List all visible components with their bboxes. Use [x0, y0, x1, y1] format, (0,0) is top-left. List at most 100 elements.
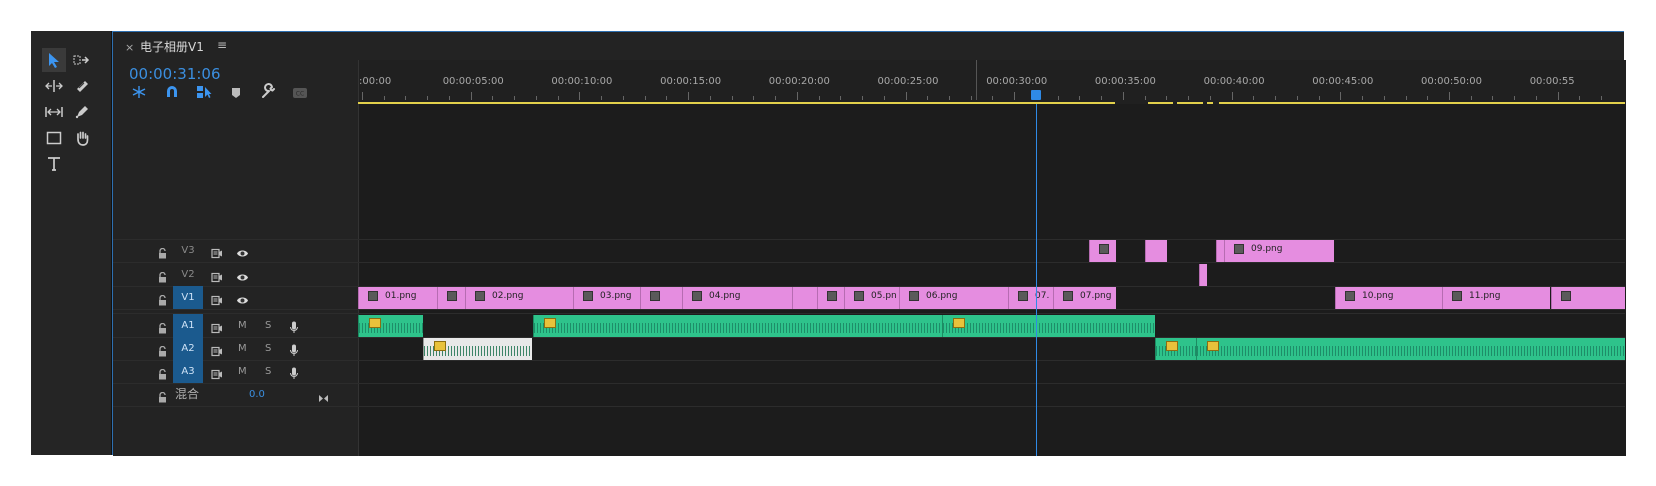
- mix-expand-icon[interactable]: [318, 388, 329, 407]
- track-target-a3[interactable]: A3: [173, 360, 203, 383]
- playhead-timecode[interactable]: 00:00:31:06: [129, 65, 221, 83]
- track-lock-icon[interactable]: [158, 268, 167, 287]
- video-clip[interactable]: [1551, 287, 1625, 309]
- toggle-output-eye-icon[interactable]: [236, 268, 249, 287]
- video-clip[interactable]: 07.: [1008, 287, 1053, 309]
- sync-lock-icon[interactable]: [211, 268, 223, 287]
- voiceover-mic-icon[interactable]: [289, 342, 299, 361]
- selection-tool-button[interactable]: [42, 48, 66, 72]
- solo-track-button[interactable]: S: [265, 337, 271, 360]
- track-target-v1[interactable]: V1: [173, 286, 203, 309]
- voiceover-mic-icon[interactable]: [289, 319, 299, 338]
- playhead-line[interactable]: [1036, 104, 1037, 456]
- video-clip[interactable]: [817, 287, 844, 309]
- ruler-tick: [1209, 96, 1211, 100]
- timeline-tab[interactable]: × 电子相册V1 ≡: [113, 32, 1624, 60]
- master-mix-track-header[interactable]: 混合 0.0: [113, 383, 358, 406]
- video-track-header-v2[interactable]: V2: [113, 263, 358, 286]
- video-clip[interactable]: [640, 287, 682, 309]
- track-lock-icon[interactable]: [158, 342, 167, 361]
- sync-lock-icon[interactable]: [211, 244, 223, 263]
- video-track-header-v3[interactable]: V3: [113, 239, 358, 262]
- video-clip[interactable]: [792, 287, 817, 309]
- work-area-bar[interactable]: [358, 102, 1115, 104]
- playhead-handle[interactable]: [1031, 90, 1041, 100]
- video-clip[interactable]: 05.pn: [844, 287, 899, 309]
- track-lock-icon[interactable]: [158, 291, 167, 310]
- video-clip[interactable]: 09.png: [1224, 240, 1334, 262]
- video-clip[interactable]: 06.png: [899, 287, 1008, 309]
- sync-lock-icon[interactable]: [211, 319, 223, 338]
- video-clip[interactable]: 01.png: [358, 287, 437, 309]
- track-target-a1[interactable]: A1: [173, 314, 203, 337]
- mute-track-button[interactable]: M: [238, 314, 247, 337]
- audio-track-header-a2[interactable]: A2 M S: [113, 337, 358, 360]
- track-target-v3[interactable]: V3: [173, 239, 203, 262]
- nest-toggle-button[interactable]: [130, 84, 148, 102]
- video-clip[interactable]: 04.png: [682, 287, 792, 309]
- type-tool-button[interactable]: [42, 152, 66, 176]
- linked-selection-button[interactable]: [195, 84, 213, 102]
- panel-menu-icon[interactable]: ≡: [217, 38, 227, 52]
- audio-clip[interactable]: [533, 315, 942, 337]
- sync-lock-icon[interactable]: [211, 342, 223, 361]
- work-area-bar[interactable]: [1177, 102, 1203, 104]
- hand-tool-button[interactable]: [70, 126, 94, 150]
- audio-clip[interactable]: [1196, 338, 1625, 360]
- rectangle-tool-button[interactable]: [42, 126, 66, 150]
- video-clip[interactable]: 07.png: [1053, 287, 1116, 309]
- solo-track-button[interactable]: S: [265, 360, 271, 383]
- video-clip[interactable]: 02.png: [465, 287, 573, 309]
- work-area-bar[interactable]: [1207, 102, 1213, 104]
- video-clip[interactable]: [1216, 240, 1224, 262]
- video-clip[interactable]: [1199, 264, 1207, 286]
- sync-lock-icon[interactable]: [211, 291, 223, 310]
- tracks-area[interactable]: [358, 104, 1626, 456]
- work-area-bar[interactable]: [1219, 102, 1625, 104]
- ripple-edit-tool-button[interactable]: [42, 74, 66, 98]
- audio-track-header-a1[interactable]: A1 M S: [113, 314, 358, 337]
- captions-button[interactable]: CC: [291, 84, 309, 102]
- razor-tool-button[interactable]: [70, 74, 94, 98]
- video-clip[interactable]: [1089, 240, 1116, 262]
- add-marker-button[interactable]: [227, 84, 245, 102]
- slip-tool-button[interactable]: [42, 100, 66, 124]
- ruler-tick: [1514, 96, 1516, 100]
- toggle-output-eye-icon[interactable]: [236, 291, 249, 310]
- work-area-bar[interactable]: [1148, 102, 1173, 104]
- close-tab-icon[interactable]: ×: [125, 41, 134, 54]
- track-select-tool-button[interactable]: [70, 48, 94, 72]
- video-track-header-v1[interactable]: V1: [113, 286, 358, 309]
- snap-button[interactable]: [163, 84, 181, 102]
- audio-clip[interactable]: [1155, 338, 1196, 360]
- track-lock-icon[interactable]: [158, 388, 167, 407]
- track-target-v2[interactable]: V2: [173, 263, 203, 286]
- audio-clip[interactable]: [942, 315, 1155, 337]
- audio-clip[interactable]: [423, 338, 532, 360]
- video-clip[interactable]: 10.png: [1335, 287, 1442, 309]
- video-clip[interactable]: 11.png: [1442, 287, 1550, 309]
- video-clip[interactable]: 03.png: [573, 287, 640, 309]
- sequence-title[interactable]: 电子相册V1: [140, 38, 204, 55]
- audio-track-header-a3[interactable]: A3 M S: [113, 360, 358, 383]
- track-lock-icon[interactable]: [158, 244, 167, 263]
- pen-tool-button[interactable]: [70, 100, 94, 124]
- audio-clip[interactable]: [358, 315, 423, 337]
- video-clip[interactable]: [437, 287, 465, 309]
- track-lock-icon[interactable]: [158, 319, 167, 338]
- track-lock-icon[interactable]: [158, 365, 167, 384]
- solo-track-button[interactable]: S: [265, 314, 271, 337]
- toggle-output-eye-icon[interactable]: [236, 244, 249, 263]
- time-ruler[interactable]: :00:00 00:00:05:00 00:00:10:00 00:00:15:00 0…: [358, 60, 1626, 104]
- mix-volume-value[interactable]: 0.0: [249, 383, 265, 406]
- mute-track-button[interactable]: M: [238, 360, 247, 383]
- fx-badge-icon: [434, 341, 446, 351]
- sync-lock-icon[interactable]: [211, 365, 223, 384]
- track-target-a2[interactable]: A2: [173, 337, 203, 360]
- video-clip[interactable]: [1145, 240, 1167, 262]
- fx-badge-icon: [1018, 291, 1028, 301]
- fx-badge-icon: [854, 291, 864, 301]
- mute-track-button[interactable]: M: [238, 337, 247, 360]
- timeline-settings-button[interactable]: [259, 83, 277, 102]
- voiceover-mic-icon[interactable]: [289, 365, 299, 384]
